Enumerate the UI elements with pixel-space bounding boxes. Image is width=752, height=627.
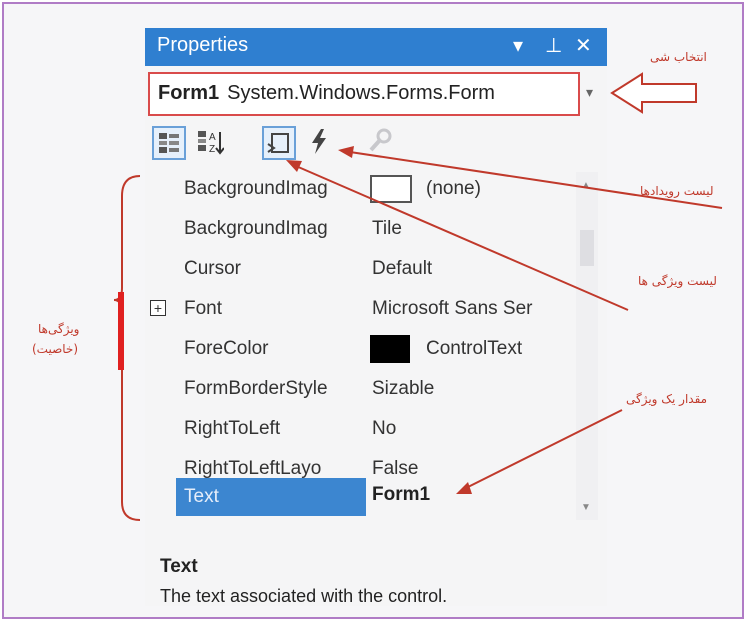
properties-list-arrow — [295, 165, 629, 311]
annotation-overlay — [113, 72, 723, 521]
events-list-arrow — [349, 151, 723, 209]
bracket-highlight — [118, 292, 124, 370]
annotation-properties-list: لیست ویژگی ها — [638, 274, 717, 288]
object-select-arrow — [610, 72, 697, 114]
events-arrowhead — [338, 146, 354, 158]
annotation-events-list: لیست رویدادها — [640, 184, 714, 198]
properties-bracket — [113, 175, 141, 521]
property-value-arrow — [465, 409, 623, 489]
annotation-properties-line1: ویژگی‌ها — [38, 322, 80, 336]
value-arrowhead — [456, 482, 472, 494]
annotation-property-value: مقدار یک ویژگی — [626, 392, 708, 406]
annotation-properties-line2: (خاصیت) — [32, 342, 79, 356]
annotation-object-select: انتخاب شی — [650, 50, 707, 64]
properties-arrowhead — [286, 160, 302, 172]
